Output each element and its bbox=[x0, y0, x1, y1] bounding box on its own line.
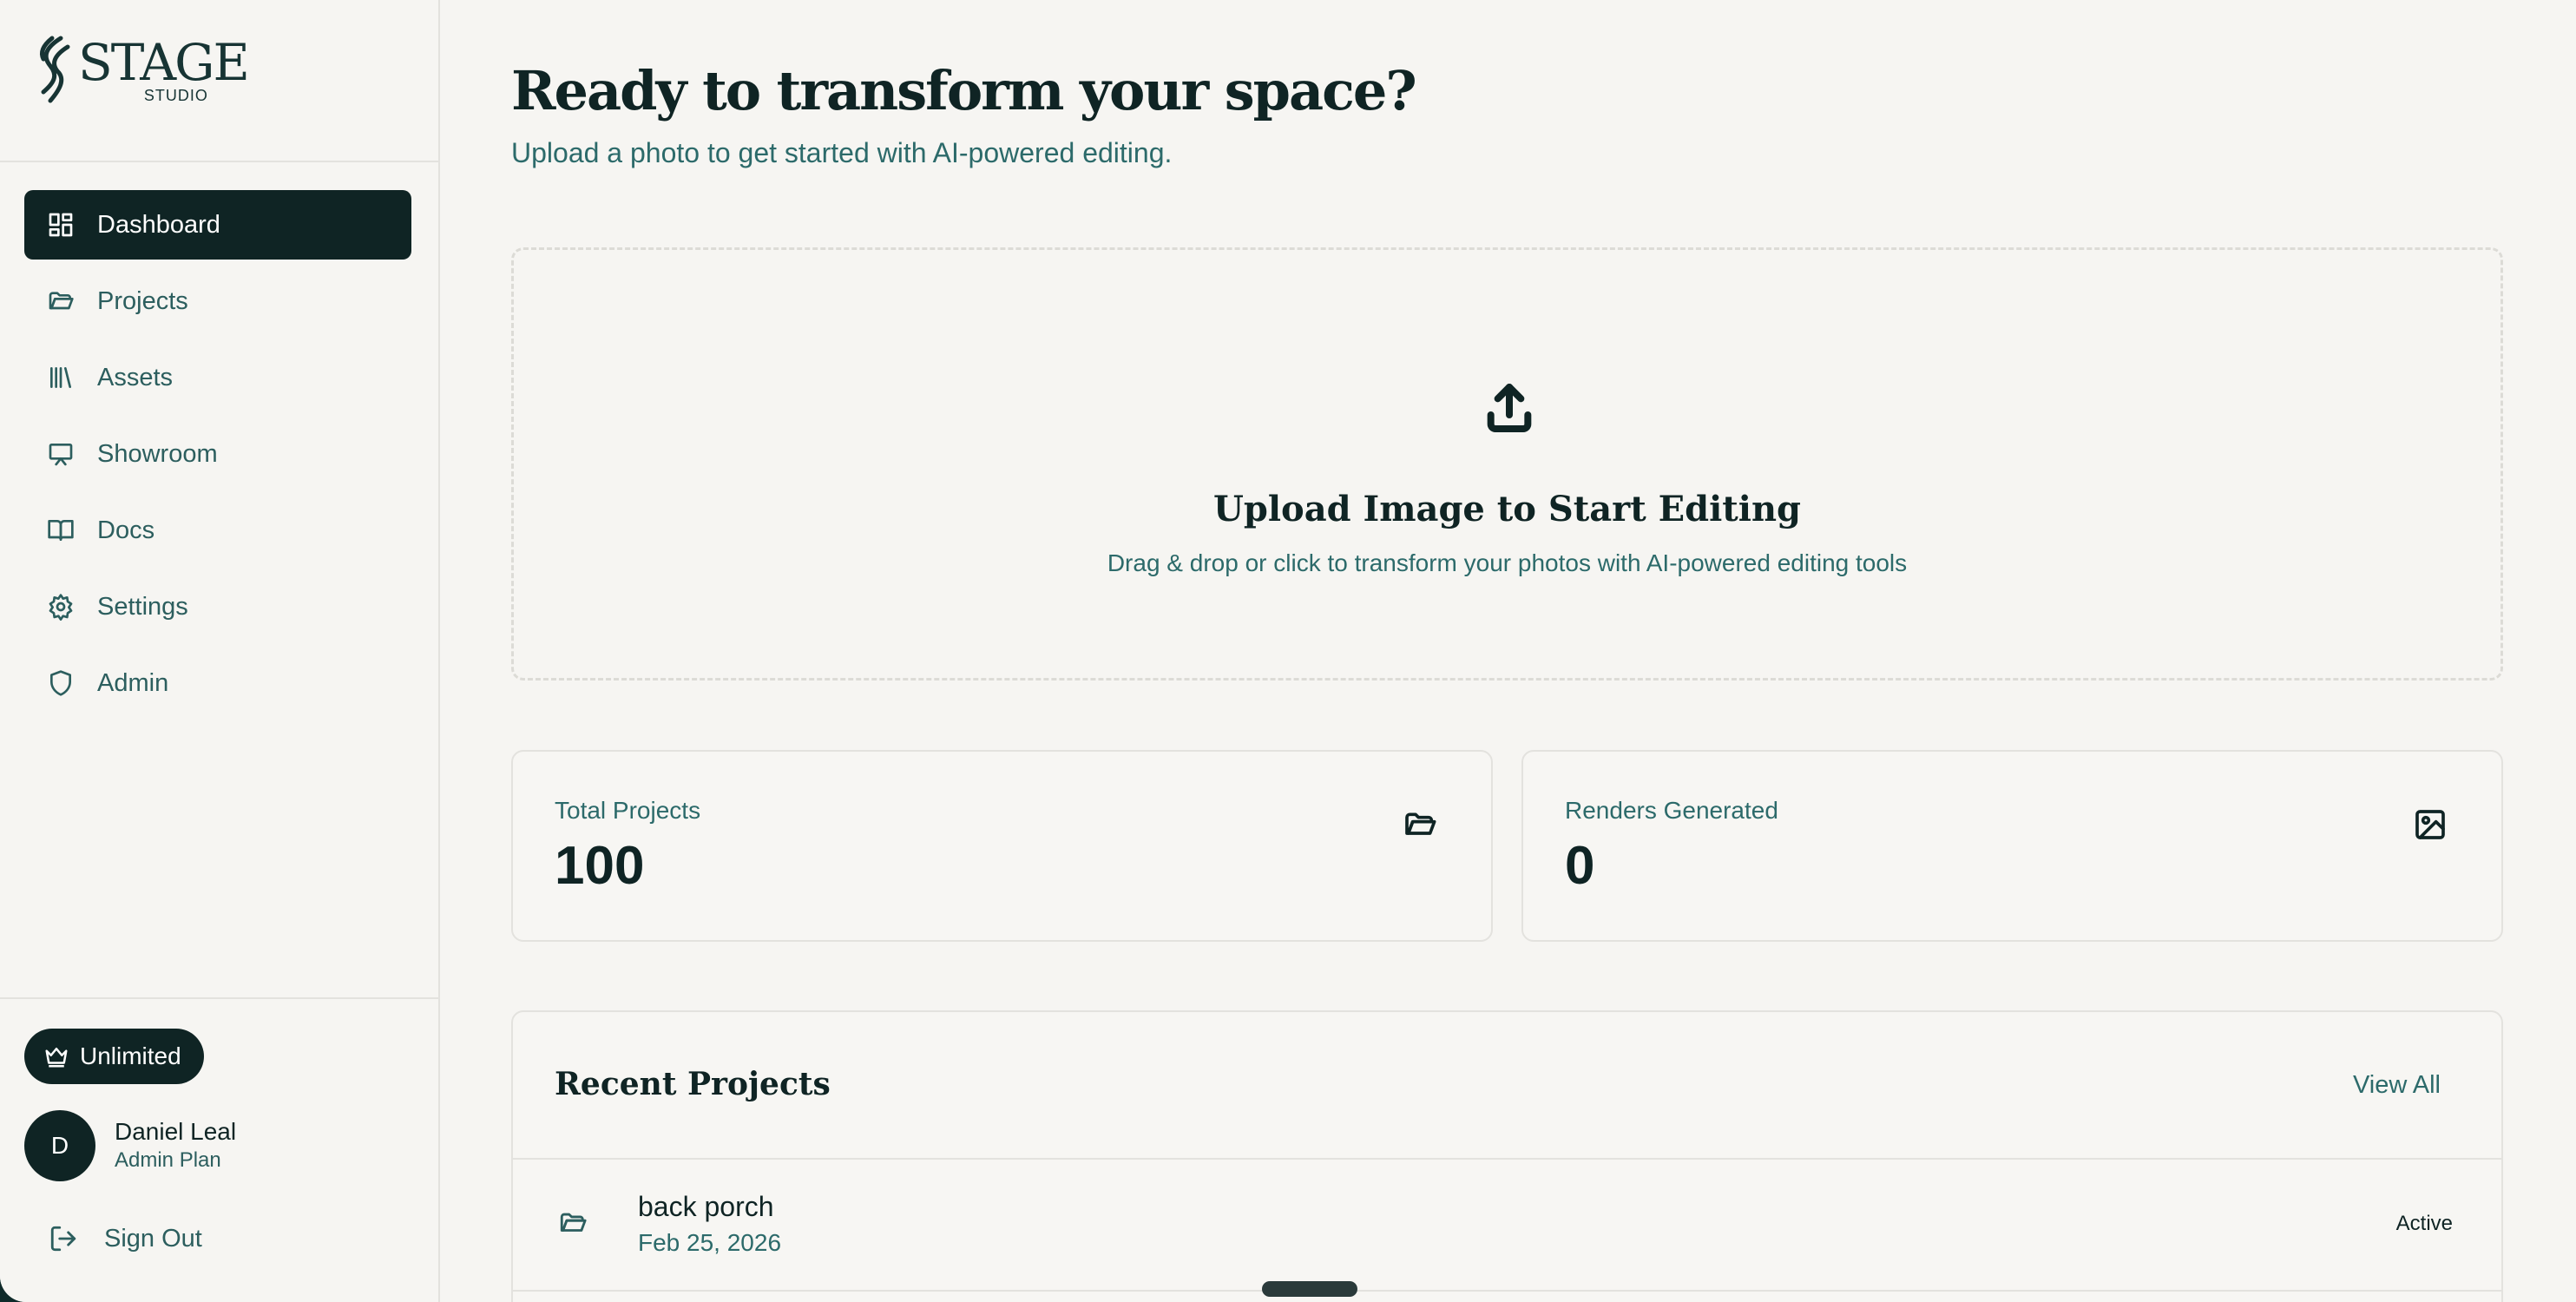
view-all-link[interactable]: View All bbox=[2353, 1071, 2441, 1100]
upload-subtitle: Drag & drop or click to transform your p… bbox=[1107, 549, 1908, 576]
shield-icon bbox=[45, 667, 76, 699]
recent-projects-panel: Recent Projects View All back porch Feb … bbox=[511, 1010, 2503, 1302]
logo-wordmark: STAGE bbox=[78, 33, 250, 92]
user-name: Daniel Leal bbox=[115, 1118, 237, 1145]
upload-dropzone[interactable]: Upload Image to Start Editing Drag & dro… bbox=[511, 247, 2503, 681]
dashboard-icon bbox=[45, 209, 76, 240]
sidebar-item-label: Settings bbox=[97, 592, 188, 621]
stat-value: 100 bbox=[555, 836, 645, 896]
logo[interactable]: STAGE STUDIO bbox=[35, 33, 250, 113]
avatar: D bbox=[24, 1110, 95, 1181]
upload-title: Upload Image to Start Editing bbox=[1212, 489, 1802, 529]
image-icon bbox=[2413, 807, 2448, 842]
sidebar-item-label: Dashboard bbox=[97, 210, 220, 239]
sidebar-item-label: Projects bbox=[97, 286, 188, 315]
upload-icon bbox=[1482, 380, 1537, 436]
page-subtitle: Upload a photo to get started with AI-po… bbox=[511, 137, 1173, 168]
sidebar-item-docs[interactable]: Docs bbox=[24, 496, 411, 565]
folder-open-icon bbox=[45, 286, 76, 317]
page-title: Ready to transform your space? bbox=[511, 59, 1417, 122]
sidebar-item-label: Admin bbox=[97, 668, 169, 697]
book-icon bbox=[45, 515, 76, 546]
folder-icon bbox=[558, 1208, 588, 1238]
sidebar-nav: Dashboard Projects Assets Showroom Docs … bbox=[24, 190, 411, 725]
library-icon bbox=[45, 362, 76, 393]
sidebar-item-showroom[interactable]: Showroom bbox=[24, 419, 411, 489]
sidebar-item-label: Assets bbox=[97, 363, 174, 391]
project-name: back porch bbox=[638, 1191, 774, 1222]
sidebar-item-assets[interactable]: Assets bbox=[24, 343, 411, 412]
main-content: Ready to transform your space? Upload a … bbox=[511, 0, 2503, 1302]
sidebar-item-label: Showroom bbox=[97, 439, 218, 468]
user-plan: Admin Plan bbox=[115, 1148, 221, 1172]
stat-label: Total Projects bbox=[555, 797, 701, 824]
status-badge: Active bbox=[2395, 1212, 2453, 1235]
presentation-icon bbox=[45, 438, 76, 470]
sidebar-divider-top bbox=[0, 161, 440, 162]
sidebar-divider-bottom bbox=[0, 997, 440, 999]
plan-badge-label: Unlimited bbox=[80, 1042, 181, 1069]
stat-value: 0 bbox=[1565, 836, 1595, 896]
sidebar-item-dashboard[interactable]: Dashboard bbox=[24, 190, 411, 260]
logo-mark-icon bbox=[39, 36, 70, 103]
app-window: STAGE STUDIO Dashboard Projects Assets S… bbox=[0, 0, 2576, 1302]
folder-icon bbox=[1403, 807, 1437, 842]
gear-icon bbox=[45, 591, 76, 622]
project-date: Feb 25, 2026 bbox=[638, 1229, 782, 1256]
plan-badge[interactable]: Unlimited bbox=[24, 1029, 204, 1084]
stat-card-renders-generated: Renders Generated 0 bbox=[1521, 750, 2503, 942]
home-indicator[interactable] bbox=[1262, 1281, 1357, 1297]
recent-projects-header: Recent Projects View All bbox=[513, 1012, 2501, 1160]
user-profile[interactable]: D Daniel Leal Admin Plan bbox=[24, 1110, 236, 1181]
sidebar-item-admin[interactable]: Admin bbox=[24, 648, 411, 718]
stat-card-total-projects: Total Projects 100 bbox=[511, 750, 1493, 942]
sidebar-item-label: Docs bbox=[97, 516, 155, 544]
recent-projects-title: Recent Projects bbox=[555, 1066, 831, 1102]
list-item[interactable]: back porch Feb 25, 2026 Active bbox=[513, 1160, 2501, 1292]
sidebar-item-projects[interactable]: Projects bbox=[24, 266, 411, 336]
sign-out-icon bbox=[50, 1226, 76, 1252]
stat-label: Renders Generated bbox=[1565, 797, 1778, 824]
sign-out-label: Sign Out bbox=[104, 1224, 202, 1253]
sign-out-button[interactable]: Sign Out bbox=[49, 1224, 202, 1253]
sidebar-item-settings[interactable]: Settings bbox=[24, 572, 411, 641]
sidebar: STAGE STUDIO Dashboard Projects Assets S… bbox=[0, 0, 440, 1302]
crown-icon bbox=[45, 1048, 68, 1068]
